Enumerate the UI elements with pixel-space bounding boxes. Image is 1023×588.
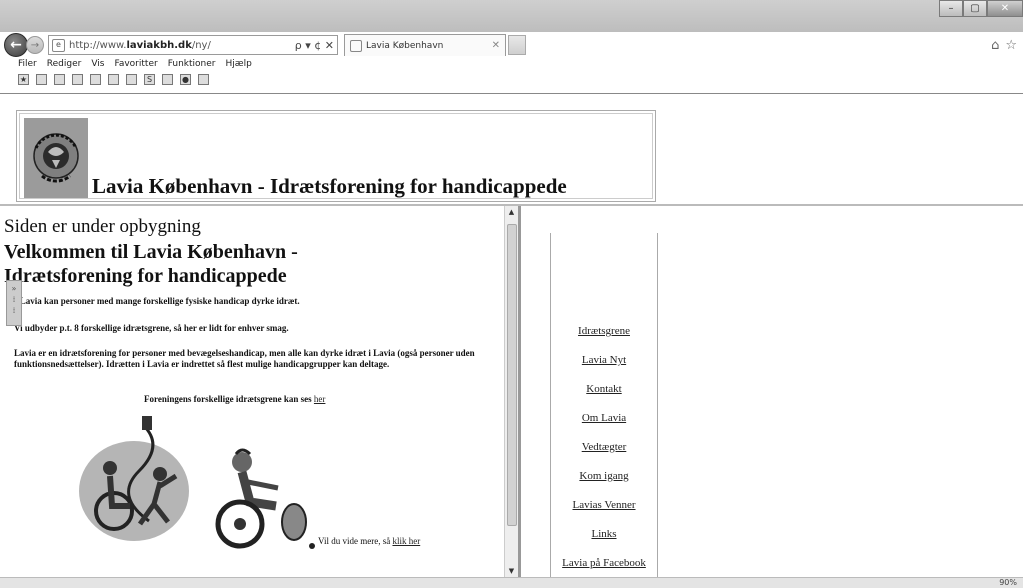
minimize-button[interactable]: –	[939, 0, 963, 17]
window-titlebar: – ▢ ✕	[0, 0, 1023, 32]
favorite-page-icon[interactable]	[54, 74, 65, 85]
wheelchair-dance-clipart	[79, 416, 189, 541]
wheelchair-athlete-clipart	[215, 448, 315, 549]
chrome-divider	[0, 93, 1023, 94]
sports-here-link[interactable]: her	[314, 394, 326, 404]
nav-list: Idrætsgrene Lavia Nyt Kontakt Om Lavia V…	[551, 317, 657, 578]
page-icon: e	[52, 38, 65, 52]
intro-paragraph-1: I Lavia kan personer med mange forskelli…	[14, 296, 300, 306]
forward-button[interactable]: →	[26, 36, 44, 54]
content-frame: Siden er under opbygning Velkommen til L…	[4, 206, 504, 582]
header-inner: Lavia København - Idrætsforening for han…	[19, 113, 653, 199]
intro-paragraph-2: Vi udbyder p.t. 8 forskellige idrætsgren…	[14, 323, 289, 333]
favorite-globe-icon[interactable]: ●	[180, 74, 191, 85]
favorite-site-icon[interactable]	[108, 74, 119, 85]
scrollbar-thumb[interactable]	[507, 224, 517, 526]
favorite-site-icon[interactable]	[72, 74, 83, 85]
favorites-star-icon[interactable]: ★	[18, 74, 29, 85]
back-arrow-icon: ←	[10, 37, 22, 53]
nav-link-lavias-venner[interactable]: Lavias Venner	[551, 491, 657, 520]
favorite-site-icon[interactable]	[36, 74, 47, 85]
back-button[interactable]: ←	[4, 33, 28, 57]
logo-emblem-icon	[24, 118, 88, 198]
nav-link-kom-igang[interactable]: Kom igang	[551, 462, 657, 491]
maximize-button[interactable]: ▢	[963, 0, 987, 17]
more-info-paragraph: Vil du vide mere, så klik her	[318, 536, 420, 546]
welcome-heading: Velkommen til Lavia København - Idrætsfo…	[4, 241, 298, 287]
nav-link-lavia-nyt[interactable]: Lavia Nyt	[551, 346, 657, 375]
menu-item-funktioner[interactable]: Funktioner	[168, 59, 216, 69]
menu-item-hjaelp[interactable]: Hjælp	[225, 59, 251, 69]
sports-paragraph: Foreningens forskellige idrætsgrene kan …	[144, 394, 325, 404]
scroll-down-arrow-icon[interactable]: ▼	[505, 565, 518, 577]
frame-splitter[interactable]	[518, 206, 521, 582]
favorite-page-icon[interactable]	[126, 74, 137, 85]
tab-close-icon[interactable]: ✕	[492, 40, 500, 51]
nav-link-idraetsgrene[interactable]: Idrætsgrene	[551, 317, 657, 346]
more-info-text: Vil du vide mere, så	[318, 536, 393, 546]
favorite-site-icon[interactable]	[198, 74, 209, 85]
url-prefix: http://www.	[69, 39, 127, 51]
tab-favicon-icon	[350, 39, 362, 52]
nav-link-kontakt[interactable]: Kontakt	[551, 375, 657, 404]
nav-link-facebook[interactable]: Lavia på Facebook	[551, 549, 657, 578]
address-controls[interactable]: ρ ▾ ¢ ✕	[295, 39, 334, 52]
nav-link-links[interactable]: Links	[551, 520, 657, 549]
navigation-panel: Idrætsgrene Lavia Nyt Kontakt Om Lavia V…	[550, 233, 658, 579]
menu-item-filer[interactable]: Filer	[18, 59, 37, 69]
forward-arrow-icon: →	[30, 39, 40, 51]
browser-right-icons: ⌂ ☆	[991, 38, 1017, 53]
menu-bar: Filer Rediger Vis Favoritter Funktioner …	[18, 59, 252, 69]
close-button[interactable]: ✕	[987, 0, 1023, 17]
menu-item-favoritter[interactable]: Favoritter	[114, 59, 157, 69]
side-panel-handle[interactable]: » ⁞ ⁞	[6, 280, 22, 326]
url-text[interactable]: http://www.laviakbh.dk/ny/	[69, 40, 291, 51]
status-bar: 90%	[0, 577, 1023, 588]
under-construction-text: Siden er under opbygning	[4, 216, 201, 237]
lavia-logo	[24, 118, 88, 198]
url-path: /ny/	[191, 39, 211, 51]
home-icon[interactable]: ⌂	[991, 38, 999, 53]
zoom-level[interactable]: 90%	[999, 578, 1017, 587]
nav-link-vedtaegter[interactable]: Vedtægter	[551, 433, 657, 462]
new-tab-button[interactable]	[508, 35, 526, 55]
url-domain: laviakbh.dk	[126, 39, 192, 51]
nav-link-om-lavia[interactable]: Om Lavia	[551, 404, 657, 433]
menu-item-vis[interactable]: Vis	[91, 59, 104, 69]
favorite-page-icon[interactable]	[162, 74, 173, 85]
sports-text: Foreningens forskellige idrætsgrene kan …	[144, 394, 314, 404]
intro-paragraph-3: Lavia er en idrætsforening for personer …	[14, 348, 475, 369]
site-title: Lavia København - Idrætsforening for han…	[92, 174, 567, 198]
address-bar[interactable]: e http://www.laviakbh.dk/ny/ ρ ▾ ¢ ✕	[48, 35, 338, 55]
tab-lavia[interactable]: Lavia København ✕	[344, 34, 506, 56]
favorites-bar: ★ S ●	[18, 74, 209, 85]
menu-item-rediger[interactable]: Rediger	[47, 59, 82, 69]
content-scrollbar[interactable]: ▲ ▼	[504, 206, 518, 577]
click-here-link[interactable]: klik her	[392, 536, 420, 546]
star-icon[interactable]: ☆	[1005, 38, 1017, 53]
favorite-page-icon[interactable]	[90, 74, 101, 85]
header-frame: Lavia København - Idrætsforening for han…	[16, 110, 656, 202]
tab-title: Lavia København	[366, 40, 444, 51]
favorite-s-icon[interactable]: S	[144, 74, 155, 85]
scroll-up-arrow-icon[interactable]: ▲	[505, 206, 518, 218]
window-controls: – ▢ ✕	[939, 0, 1023, 18]
navigation-row: ← → e http://www.laviakbh.dk/ny/ ρ ▾ ¢ ✕…	[4, 33, 526, 57]
